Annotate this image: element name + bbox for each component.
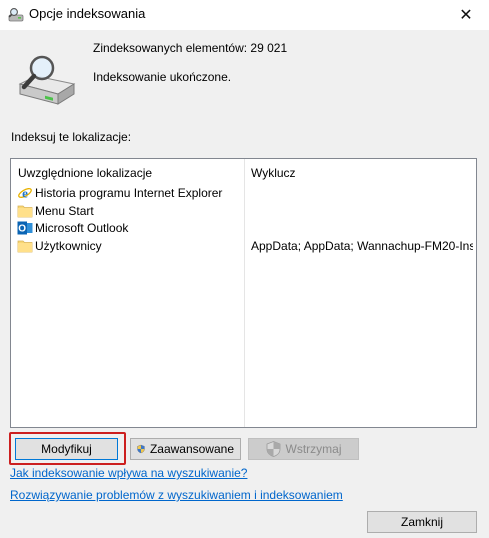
close-icon: ✕ [459, 7, 473, 24]
indexing-options-dialog: Opcje indeksowania ✕ Zindeksowanych elem… [0, 0, 489, 538]
pause-button[interactable]: Wstrzymaj [248, 438, 359, 460]
location-exclusions: AppData; AppData; Wannachup-FM20-Ins... [251, 238, 473, 253]
location-name: Historia programu Internet Explorer [35, 186, 223, 200]
modify-button[interactable]: Modyfikuj [15, 438, 118, 460]
troubleshoot-search-indexing-link[interactable]: Rozwiązywanie problemów z wyszukiwaniem … [10, 488, 343, 502]
title-bar: Opcje indeksowania ✕ [0, 0, 489, 30]
location-name: Użytkownicy [35, 238, 102, 253]
how-indexing-affects-search-link[interactable]: Jak indeksowanie wpływa na wyszukiwanie? [10, 466, 247, 480]
indexing-options-icon [8, 8, 24, 22]
internet-explorer-icon: e [18, 186, 32, 201]
close-window-button[interactable]: ✕ [443, 0, 489, 30]
list-item[interactable]: Menu Start [11, 202, 476, 220]
column-header-excluded[interactable]: Wyklucz [251, 159, 296, 187]
location-name: Menu Start [35, 203, 94, 218]
indexed-items-count: Zindeksowanych elementów: 29 021 [93, 41, 288, 55]
folder-icon [17, 240, 33, 252]
list-item[interactable]: e Historia programu Internet Explorer [11, 184, 476, 202]
column-header-included[interactable]: Uwzględnione lokalizacje [18, 159, 152, 187]
window-title: Opcje indeksowania [29, 6, 146, 21]
advanced-button[interactable]: Zaawansowane [130, 438, 241, 460]
list-item[interactable]: Użytkownicy AppData; AppData; Wannachup-… [11, 237, 476, 255]
locations-list[interactable]: Uwzględnione lokalizacje Wyklucz e Histo… [10, 158, 477, 428]
folder-icon [17, 205, 33, 217]
indexing-status: Indeksowanie ukończone. [93, 70, 232, 84]
hard-drive-search-icon [18, 55, 76, 105]
advanced-button-label: Zaawansowane [149, 442, 234, 456]
svg-text:O: O [18, 224, 26, 235]
close-button-label: Zamknij [400, 515, 443, 529]
locations-label: Indeksuj te lokalizacje: [11, 130, 132, 144]
uac-shield-icon [266, 441, 280, 457]
uac-shield-icon [137, 444, 145, 454]
location-name: Microsoft Outlook [35, 221, 129, 235]
close-button[interactable]: Zamknij [367, 511, 477, 533]
svg-text:e: e [22, 186, 28, 201]
outlook-icon: O [17, 221, 33, 235]
modify-button-label: Modyfikuj [41, 442, 92, 456]
list-item[interactable]: O Microsoft Outlook [11, 219, 476, 237]
pause-button-label: Wstrzymaj [285, 442, 342, 456]
